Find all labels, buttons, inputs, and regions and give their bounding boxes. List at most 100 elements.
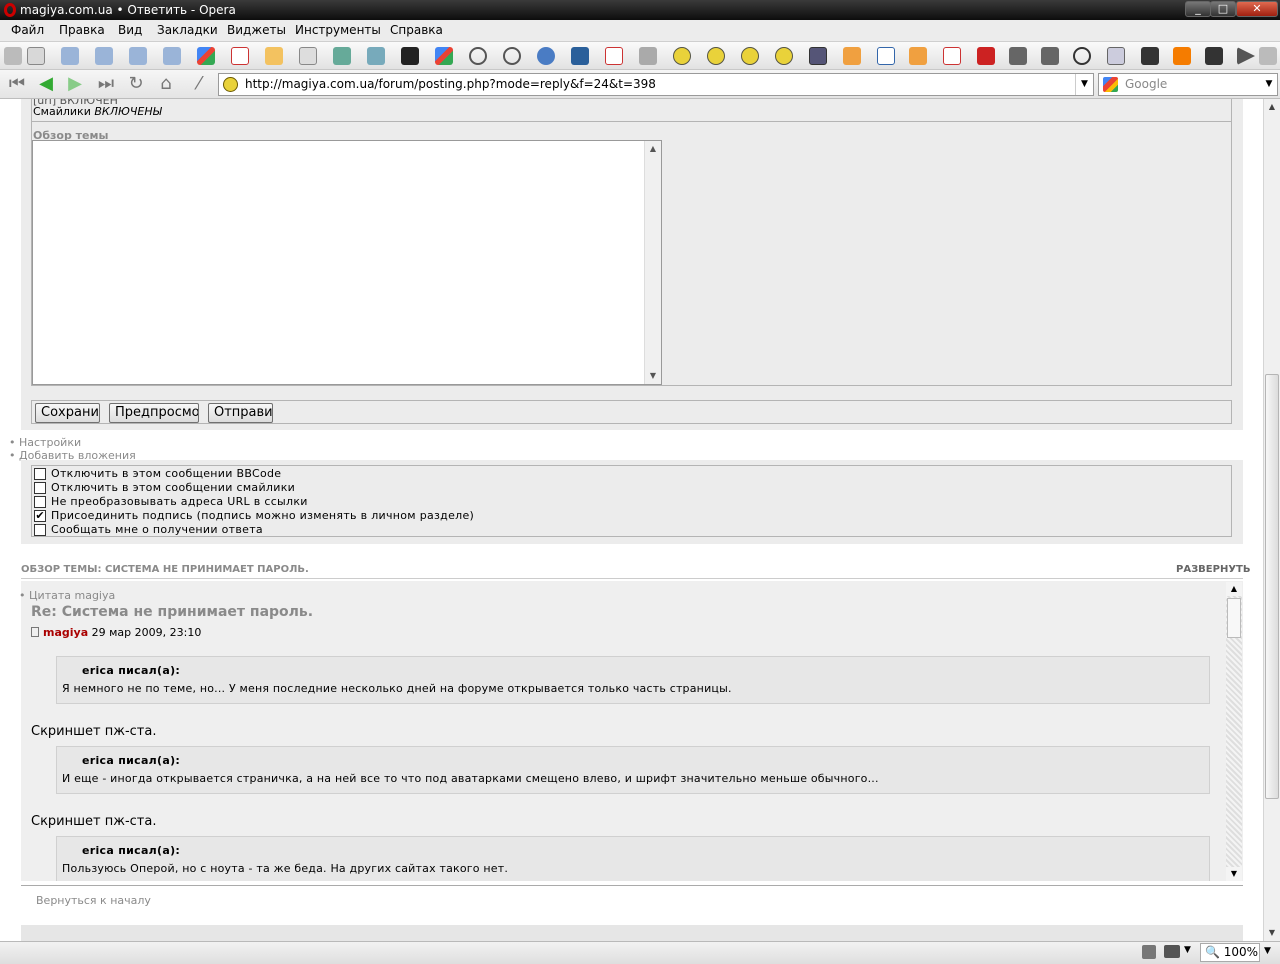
quote-text: Я немного не по теме, но... У меня после…: [62, 682, 732, 695]
menu-edit[interactable]: Правка: [59, 23, 105, 37]
amazon-icon[interactable]: [943, 47, 961, 65]
page-icon[interactable]: [27, 47, 45, 65]
trash-icon[interactable]: [1259, 47, 1277, 65]
train-icon[interactable]: [571, 47, 589, 65]
page-icon[interactable]: [299, 47, 317, 65]
scroll-up-icon[interactable]: ▲: [1226, 582, 1242, 596]
forward-icon[interactable]: ▶: [64, 74, 86, 94]
blogger-icon[interactable]: [1173, 47, 1191, 65]
button-bar: Сохранить Предпросмотр Отправить: [31, 400, 1232, 424]
page-icon[interactable]: [95, 47, 113, 65]
address-dropdown-icon[interactable]: ▼: [1075, 74, 1093, 95]
minimize-button[interactable]: _: [1185, 1, 1211, 17]
back-icon[interactable]: ◀: [35, 74, 57, 94]
magiya-icon[interactable]: [673, 47, 691, 65]
globe-icon[interactable]: [333, 47, 351, 65]
home-icon[interactable]: ⌂: [155, 74, 177, 94]
opera-tab-icon[interactable]: [809, 47, 827, 65]
mail-icon[interactable]: [605, 47, 623, 65]
page-icon[interactable]: [129, 47, 147, 65]
scroll-down-icon[interactable]: ▼: [1226, 867, 1242, 881]
preview-button[interactable]: Предпросмотр: [109, 403, 199, 423]
amazon-icon[interactable]: [231, 47, 249, 65]
disable-smilies-checkbox[interactable]: [34, 482, 46, 494]
more-bookmarks-icon[interactable]: [1237, 47, 1255, 65]
topic-review-textarea[interactable]: ▲ ▼: [32, 140, 662, 385]
search-box[interactable]: Google ▼: [1098, 73, 1278, 96]
wheel-icon[interactable]: [469, 47, 487, 65]
magiya-icon[interactable]: [707, 47, 725, 65]
back-to-top-link[interactable]: Вернуться к началу: [36, 894, 151, 907]
zoom-dropdown-icon[interactable]: ▼: [1264, 946, 1271, 956]
wheel-icon[interactable]: [503, 47, 521, 65]
reply-text: Скриншет пж-ста.: [31, 814, 157, 829]
status-bar: ▼ 🔍 100% ▼: [0, 941, 1280, 964]
zoom-level[interactable]: 100%: [1224, 945, 1258, 959]
rewind-icon[interactable]: ⏮: [6, 74, 28, 94]
expand-link[interactable]: РАЗВЕРНУТЬ: [1176, 564, 1250, 575]
camera-icon[interactable]: [1164, 945, 1180, 958]
news-icon[interactable]: [977, 47, 995, 65]
google-icon[interactable]: [435, 47, 453, 65]
maximize-button[interactable]: □: [1210, 1, 1236, 17]
speaker-icon[interactable]: [1142, 945, 1156, 959]
address-bar[interactable]: http://magiya.com.ua/forum/posting.php?m…: [218, 73, 1094, 96]
menu-file[interactable]: Файл: [11, 23, 44, 37]
menu-help[interactable]: Справка: [390, 23, 443, 37]
circles-icon[interactable]: [1073, 47, 1091, 65]
address-url[interactable]: http://magiya.com.ua/forum/posting.php?m…: [245, 77, 656, 91]
app-icon[interactable]: [401, 47, 419, 65]
rss-icon[interactable]: [843, 47, 861, 65]
google-icon[interactable]: [197, 47, 215, 65]
page-scroll-thumb[interactable]: [1265, 374, 1279, 799]
page-scrollbar[interactable]: ▲ ▼: [1263, 99, 1280, 941]
add-bookmark-icon[interactable]: [4, 47, 22, 65]
pen-icon[interactable]: [265, 47, 283, 65]
disable-urls-label: Не преобразовывать адреса URL в ссылки: [51, 495, 308, 508]
magiya-icon[interactable]: [741, 47, 759, 65]
quote-link[interactable]: • Цитата magiya: [19, 589, 115, 602]
page-icon[interactable]: [163, 47, 181, 65]
magiya-icon[interactable]: [775, 47, 793, 65]
quote-block: erica писал(а): И еще - иногда открывает…: [56, 746, 1210, 794]
scroll-up-icon[interactable]: ▲: [1264, 99, 1280, 115]
file-icon[interactable]: [1107, 47, 1125, 65]
bird-icon[interactable]: [367, 47, 385, 65]
post-author[interactable]: magiya: [43, 626, 88, 639]
scroll-down-icon[interactable]: ▼: [1264, 925, 1280, 941]
satellite-icon[interactable]: [639, 47, 657, 65]
post-date: 29 мар 2009, 23:10: [91, 626, 202, 639]
r-icon[interactable]: [877, 47, 895, 65]
scroll-down-icon[interactable]: ▼: [645, 368, 661, 384]
disable-bbcode-checkbox[interactable]: [34, 468, 46, 480]
menu-view[interactable]: Вид: [118, 23, 142, 37]
wand-icon[interactable]: ⁄: [188, 74, 210, 94]
zoom-control[interactable]: 🔍 100%: [1200, 943, 1260, 962]
save-button[interactable]: Сохранить: [35, 403, 100, 423]
pen-icon[interactable]: [1009, 47, 1027, 65]
fast-forward-icon[interactable]: ⏭: [95, 74, 117, 94]
submit-button[interactable]: Отправить: [208, 403, 273, 423]
search-dropdown-icon[interactable]: ▼: [1261, 74, 1277, 95]
menu-widgets[interactable]: Виджеты: [227, 23, 286, 37]
textarea-scrollbar[interactable]: ▲ ▼: [644, 141, 661, 384]
notify-reply-checkbox[interactable]: [34, 524, 46, 536]
review-scroll-thumb[interactable]: [1227, 598, 1241, 638]
page-icon[interactable]: [61, 47, 79, 65]
menu-tools[interactable]: Инструменты: [295, 23, 381, 37]
search-placeholder[interactable]: Google: [1125, 77, 1167, 91]
camera-dropdown-icon[interactable]: ▼: [1184, 945, 1191, 955]
page-icon[interactable]: [1205, 47, 1223, 65]
disable-urls-checkbox[interactable]: [34, 496, 46, 508]
page-icon[interactable]: [1141, 47, 1159, 65]
settings-link[interactable]: • Настройки: [9, 436, 81, 449]
reload-icon[interactable]: ↻: [125, 74, 147, 94]
rss-icon[interactable]: [909, 47, 927, 65]
globe-icon[interactable]: [537, 47, 555, 65]
pen-icon[interactable]: [1041, 47, 1059, 65]
close-button[interactable]: ✕: [1236, 1, 1278, 17]
attach-signature-checkbox[interactable]: ✔: [34, 510, 46, 522]
scroll-up-icon[interactable]: ▲: [645, 141, 661, 157]
menu-bookmarks[interactable]: Закладки: [157, 23, 218, 37]
review-scrollbar[interactable]: ▲ ▼: [1226, 582, 1242, 881]
